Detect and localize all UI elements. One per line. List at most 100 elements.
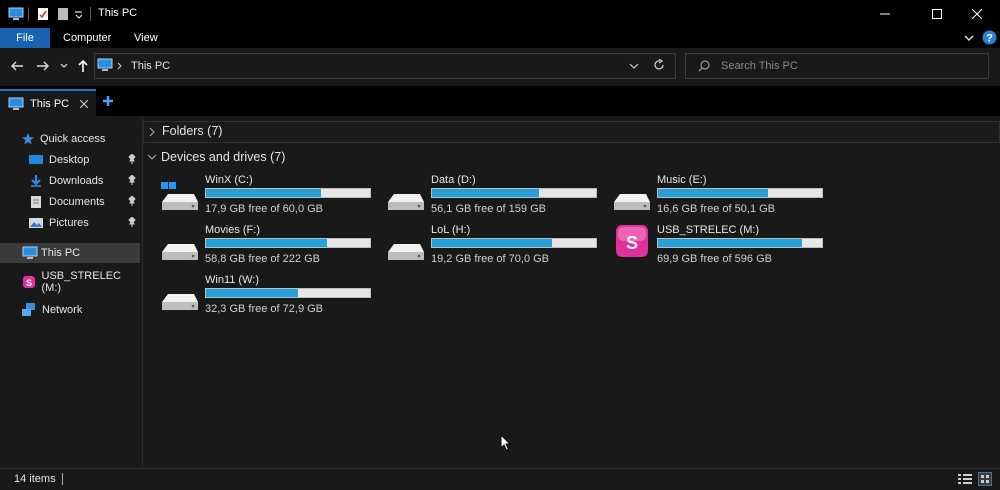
nav-network[interactable]: Network bbox=[22, 300, 140, 320]
chevron-down-icon[interactable] bbox=[74, 7, 84, 21]
help-icon[interactable]: ? bbox=[982, 30, 997, 45]
drive-tile-d[interactable]: Data (D:) 56,1 GB free of 159 GB bbox=[386, 174, 606, 218]
drive-free-space: 19,2 GB free of 70,0 GB bbox=[431, 253, 550, 265]
drive-name: WinX (C:) bbox=[205, 174, 253, 186]
documents-icon bbox=[31, 196, 41, 208]
computer-icon bbox=[8, 97, 24, 110]
drive-usage-fill bbox=[206, 239, 328, 247]
drive-usage-bar bbox=[657, 238, 823, 248]
drive-tile-f[interactable]: Movies (F:) 58,8 GB free of 222 GB bbox=[160, 224, 380, 268]
drive-tile-c[interactable]: WinX (C:) 17,9 GB free of 60,0 GB bbox=[160, 174, 380, 218]
tab-this-pc[interactable]: This PC bbox=[0, 89, 96, 116]
details-view-icon[interactable] bbox=[958, 473, 972, 485]
drive-free-space: 58,8 GB free of 222 GB bbox=[205, 253, 320, 265]
drive-usage-fill bbox=[658, 239, 803, 247]
search-box[interactable]: Search This PC bbox=[685, 53, 989, 79]
pin-icon[interactable] bbox=[128, 196, 136, 206]
chevron-down-icon[interactable] bbox=[629, 62, 639, 70]
hard-drive-icon bbox=[162, 294, 198, 310]
nav-pictures[interactable]: Pictures bbox=[29, 213, 140, 233]
maximize-icon bbox=[932, 9, 942, 19]
drive-name: USB_STRELEC (M:) bbox=[657, 224, 760, 236]
nav-desktop-label: Desktop bbox=[49, 154, 90, 166]
drive-usage-bar bbox=[205, 288, 371, 298]
mouse-cursor-icon bbox=[500, 434, 512, 452]
hard-drive-icon bbox=[388, 194, 424, 210]
computer-icon bbox=[8, 7, 24, 20]
download-arrow-icon bbox=[31, 175, 41, 187]
drive-tile-h[interactable]: LoL (H:) 19,2 GB free of 70,0 GB bbox=[386, 224, 606, 268]
desktop-icon bbox=[29, 155, 43, 164]
drive-free-space: 32,3 GB free of 72,9 GB bbox=[205, 303, 324, 315]
folders-group-header[interactable]: Folders (7) bbox=[143, 121, 1000, 143]
nav-desktop[interactable]: Desktop bbox=[29, 150, 140, 170]
drive-usage-fill bbox=[432, 189, 539, 197]
nav-usb-strelec[interactable]: S USB_STRELEC (M:) bbox=[22, 270, 140, 294]
drive-tile-w[interactable]: Win11 (W:) 32,3 GB free of 72,9 GB bbox=[160, 274, 380, 318]
address-row: This PC Search This PC bbox=[0, 48, 1000, 86]
refresh-icon[interactable] bbox=[653, 59, 665, 71]
tab-file[interactable]: File bbox=[0, 28, 50, 48]
close-tab-icon[interactable] bbox=[80, 100, 88, 108]
nav-this-pc[interactable]: This PC bbox=[0, 243, 140, 263]
expand-ribbon-icon[interactable] bbox=[964, 33, 974, 43]
address-bar[interactable]: This PC bbox=[94, 53, 676, 79]
drive-tile-m[interactable]: S USB_STRELEC (M:) 69,9 GB free of 596 G… bbox=[612, 224, 832, 268]
drive-usage-fill bbox=[206, 289, 298, 297]
pin-icon[interactable] bbox=[128, 175, 136, 185]
computer-icon bbox=[97, 58, 113, 71]
devices-group-header[interactable]: Devices and drives (7) bbox=[143, 148, 1000, 168]
nav-this-pc-label: This PC bbox=[41, 247, 81, 259]
nav-downloads-label: Downloads bbox=[49, 175, 104, 187]
folders-header-label: Folders (7) bbox=[162, 124, 223, 138]
title-bar: This PC bbox=[0, 0, 1000, 28]
drive-usage-bar bbox=[431, 188, 597, 198]
drive-tile-e[interactable]: Music (E:) 16,6 GB free of 50,1 GB bbox=[612, 174, 832, 218]
drive-free-space: 17,9 GB free of 60,0 GB bbox=[205, 203, 324, 215]
pin-icon[interactable] bbox=[128, 154, 136, 164]
close-icon bbox=[972, 9, 982, 19]
address-path[interactable]: This PC bbox=[131, 60, 170, 72]
nav-network-label: Network bbox=[42, 304, 83, 316]
drive-usage-fill bbox=[658, 189, 768, 197]
status-divider bbox=[62, 473, 63, 485]
nav-quick-access[interactable]: Quick access bbox=[22, 129, 162, 149]
drive-usage-bar bbox=[431, 238, 597, 248]
close-button[interactable] bbox=[954, 0, 1000, 28]
drive-name: LoL (H:) bbox=[431, 224, 471, 236]
status-bar: 14 items bbox=[0, 468, 1000, 490]
network-icon bbox=[22, 303, 35, 316]
svg-text:S: S bbox=[26, 278, 32, 288]
hard-drive-icon bbox=[388, 244, 424, 260]
drive-name: Movies (F:) bbox=[205, 224, 260, 236]
drive-free-space: 16,6 GB free of 50,1 GB bbox=[657, 203, 776, 215]
navigation-pane: Quick access Desktop Downloads Documents… bbox=[0, 116, 143, 468]
up-arrow-icon[interactable] bbox=[77, 59, 89, 73]
drive-usage-bar bbox=[657, 188, 823, 198]
pin-icon[interactable] bbox=[128, 217, 136, 227]
nav-documents[interactable]: Documents bbox=[29, 192, 140, 212]
drive-usage-fill bbox=[432, 239, 552, 247]
chevron-right-icon bbox=[149, 127, 155, 137]
content-pane: Folders (7) Devices and drives (7) WinX … bbox=[143, 116, 1000, 468]
pictures-icon bbox=[29, 218, 43, 228]
forward-arrow-icon[interactable] bbox=[36, 60, 50, 72]
tab-computer[interactable]: Computer bbox=[63, 28, 111, 48]
properties-icon[interactable] bbox=[36, 7, 50, 21]
new-folder-icon[interactable] bbox=[56, 7, 70, 21]
chevron-down-icon bbox=[147, 154, 157, 160]
recent-locations-icon[interactable] bbox=[60, 63, 68, 69]
window-title: This PC bbox=[98, 7, 138, 19]
tiles-view-icon[interactable] bbox=[978, 472, 992, 486]
chevron-right-icon[interactable] bbox=[117, 62, 123, 70]
minimize-button[interactable] bbox=[862, 0, 908, 28]
nav-downloads[interactable]: Downloads bbox=[29, 171, 140, 191]
items-count: 14 items bbox=[14, 473, 56, 485]
svg-text:?: ? bbox=[986, 33, 993, 45]
tab-view[interactable]: View bbox=[134, 28, 158, 48]
back-arrow-icon[interactable] bbox=[10, 60, 24, 72]
windows-drive-icon bbox=[161, 182, 198, 210]
usb-drive-icon: S bbox=[616, 225, 648, 257]
search-placeholder: Search This PC bbox=[721, 60, 798, 72]
new-tab-icon[interactable] bbox=[102, 95, 114, 107]
